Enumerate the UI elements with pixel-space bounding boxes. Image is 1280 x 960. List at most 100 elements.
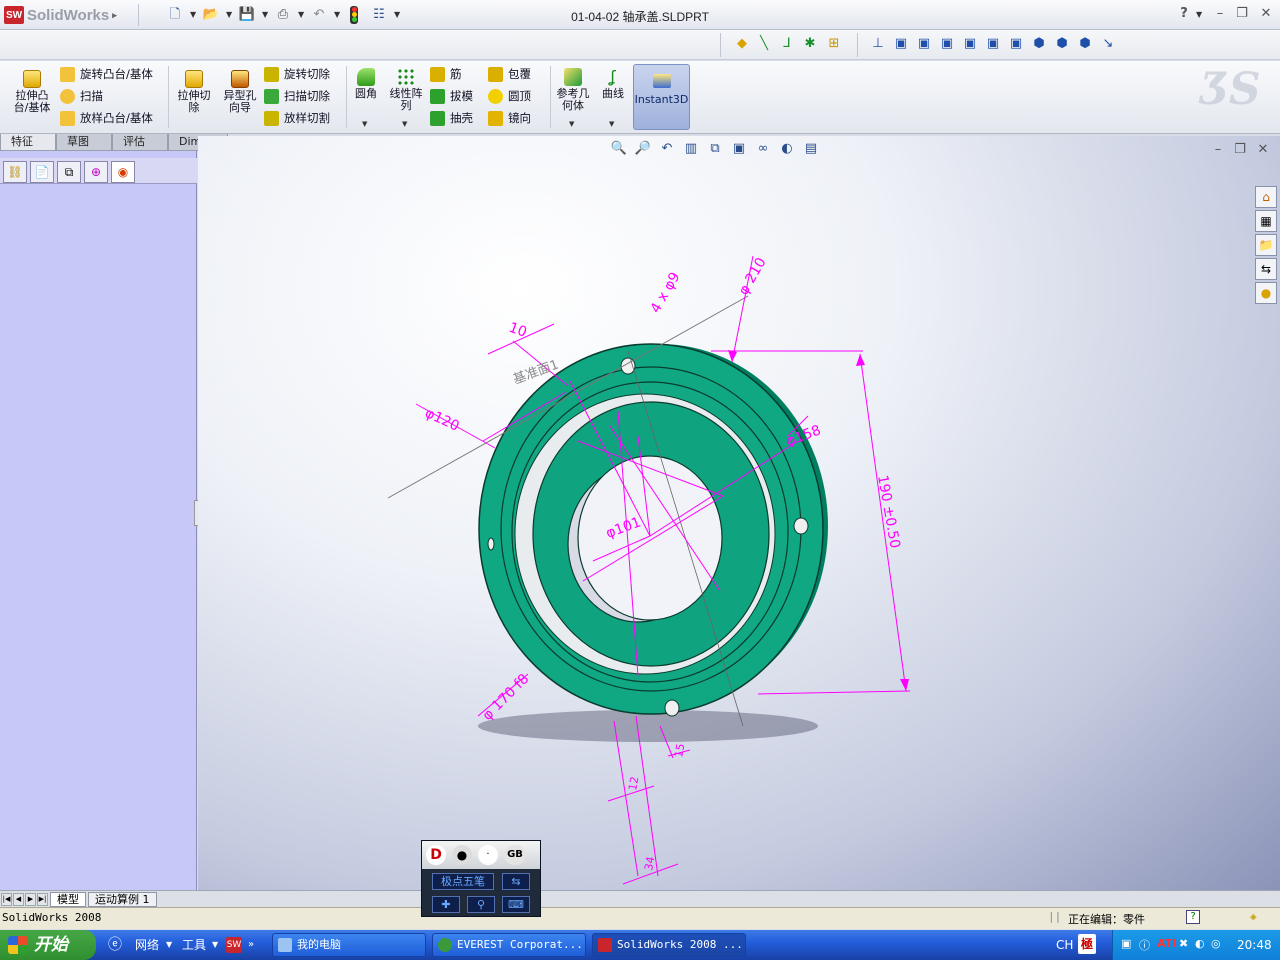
tab-model[interactable]: 模型 [50, 891, 86, 907]
ime-gb-button[interactable]: GB [504, 845, 526, 865]
loft-cut-button[interactable]: 放样切割 [264, 107, 344, 129]
last-tab-icon[interactable]: ▶| [37, 892, 48, 906]
top-view-icon[interactable]: ▣ [983, 34, 1003, 54]
ime-indicator-icon[interactable]: 極 [1078, 934, 1096, 954]
fillet-button[interactable]: 圆角 [350, 68, 382, 100]
display-manager-icon[interactable]: ◉ [111, 161, 135, 183]
quicklaunch-more-icon[interactable]: » [248, 933, 254, 957]
tab-motion-study[interactable]: 运动算例 1 [88, 891, 157, 907]
revolve-boss-button[interactable]: 旋转凸台/基体 [60, 63, 168, 85]
line-icon[interactable]: ╲ [754, 34, 774, 54]
display-style-icon[interactable]: ▣ [730, 140, 748, 158]
zoom-to-fit-icon[interactable]: 🔍 [610, 140, 628, 158]
revolve-cut-button[interactable]: 旋转切除 [264, 63, 344, 85]
left-view-icon[interactable]: ▣ [937, 34, 957, 54]
previous-view-icon[interactable]: ↶ [658, 140, 676, 158]
dimetric-view-icon[interactable]: ⬢ [1075, 34, 1095, 54]
view-restore-icon[interactable]: ❐ [1230, 142, 1250, 160]
view-selector-icon[interactable]: ↘ [1098, 34, 1118, 54]
ime-punct-icon[interactable]: · [478, 845, 498, 865]
dome-button[interactable]: 圆顶 [488, 85, 548, 107]
first-tab-icon[interactable]: |◀ [1, 892, 12, 906]
status-tag-icon[interactable]: ◈ [1250, 910, 1257, 923]
tray-update-icon[interactable]: ◎ [1211, 937, 1221, 950]
file-explorer-icon[interactable]: 📁 [1255, 234, 1277, 256]
draft-button[interactable]: 拔模 [430, 85, 488, 107]
relations-icon[interactable]: ⊞ [824, 34, 844, 54]
property-manager-icon[interactable]: 📄 [30, 161, 54, 183]
front-view-icon[interactable]: ▣ [891, 34, 911, 54]
language-indicator[interactable]: CH [1056, 933, 1073, 957]
restore-icon[interactable]: ❐ [1232, 6, 1252, 24]
home-icon[interactable]: ⌂ [1255, 186, 1277, 208]
mirror-button[interactable]: 镜向 [488, 107, 548, 129]
network-toolbar[interactable]: 网络 [135, 933, 159, 957]
rib-button[interactable]: 筋 [430, 63, 488, 85]
isometric-view-icon[interactable]: ⬢ [1029, 34, 1049, 54]
taskbar-item-solidworks[interactable]: SolidWorks 2008 ... [592, 933, 746, 957]
tab-evaluate[interactable]: 评估 [112, 134, 168, 151]
next-tab-icon[interactable]: ▶ [25, 892, 36, 906]
ime-logo-icon[interactable]: D [426, 845, 446, 865]
point-icon[interactable]: ✱ [800, 34, 820, 54]
wrap-button[interactable]: 包覆 [488, 63, 548, 85]
ime-add-icon[interactable]: ✚ [432, 896, 460, 913]
curves-button[interactable]: ʆ 曲线 [597, 68, 629, 100]
view-palette-icon[interactable]: ⇆ [1255, 258, 1277, 280]
close-icon[interactable]: ✕ [1256, 6, 1276, 24]
tray-security-icon[interactable]: ✖ [1179, 937, 1188, 950]
back-view-icon[interactable]: ▣ [914, 34, 934, 54]
status-help-icon[interactable]: ? [1186, 910, 1200, 924]
ie-icon[interactable]: ⓔ [108, 933, 122, 957]
dimxpert-manager-icon[interactable]: ⊕ [84, 161, 108, 183]
ime-switch-icon[interactable]: ⇆ [502, 873, 530, 890]
design-library-icon[interactable]: ▦ [1255, 210, 1277, 232]
minimize-icon[interactable]: – [1210, 6, 1230, 24]
bottom-view-icon[interactable]: ▣ [1006, 34, 1026, 54]
linear-pattern-button[interactable]: 线性阵 列 [384, 68, 428, 112]
zoom-to-area-icon[interactable]: 🔎 [634, 140, 652, 158]
section-view-icon[interactable]: ▥ [682, 140, 700, 158]
instant3d-button[interactable]: Instant3D [633, 64, 690, 130]
tab-features[interactable]: 特征 [0, 134, 56, 151]
reference-geometry-button[interactable]: 参考几 何体 [552, 68, 594, 112]
hide-show-items-icon[interactable]: ∞ [754, 140, 772, 158]
tray-ati-icon[interactable]: ATI [1157, 937, 1176, 950]
view-minimize-icon[interactable]: – [1208, 142, 1228, 160]
tools-toolbar[interactable]: 工具 [182, 933, 206, 957]
tray-network-icon[interactable]: ▣ [1121, 937, 1131, 950]
tab-sketch[interactable]: 草图 [56, 134, 112, 151]
help-dropdown-icon[interactable]: ▼ [1196, 10, 1202, 19]
curves-dropdown-icon[interactable]: ▼ [609, 120, 614, 128]
sweep-button[interactable]: 扫描 [60, 85, 168, 107]
start-button[interactable]: 开始 [0, 930, 96, 960]
appearance-icon[interactable]: ◐ [778, 140, 796, 158]
network-dropdown-icon[interactable]: ▼ [166, 933, 172, 957]
normal-to-icon[interactable]: ⊥ [868, 34, 888, 54]
sweep-cut-button[interactable]: 扫描切除 [264, 85, 344, 107]
trimetric-view-icon[interactable]: ⬢ [1052, 34, 1072, 54]
extrude-boss-button[interactable]: 拉伸凸 台/基体 [8, 70, 56, 114]
ime-search-icon[interactable]: ⚲ [467, 896, 495, 913]
shell-button[interactable]: 抽壳 [430, 107, 488, 129]
smart-dimension-icon[interactable]: ◆ [732, 34, 752, 54]
ime-mode-icon[interactable]: ● [452, 845, 472, 865]
taskbar-item-everest[interactable]: EVEREST Corporat... [432, 933, 586, 957]
appearances-icon[interactable]: ● [1255, 282, 1277, 304]
view-close-icon[interactable]: ✕ [1253, 142, 1273, 160]
help-icon[interactable]: ? [1174, 6, 1194, 24]
configuration-manager-icon[interactable]: ⧉ [57, 161, 81, 183]
reference-geometry-dropdown-icon[interactable]: ▼ [569, 120, 574, 128]
taskbar-item-my-computer[interactable]: 我的电脑 [272, 933, 426, 957]
coordinate-system-icon[interactable]: ⅃ [777, 34, 797, 54]
loft-button[interactable]: 放样凸台/基体 [60, 107, 168, 129]
prev-tab-icon[interactable]: ◀ [13, 892, 24, 906]
tray-info-icon[interactable]: ⓘ [1139, 937, 1150, 953]
feature-manager-icon[interactable]: ⛓ [3, 161, 27, 183]
solidworks-quicklaunch-icon[interactable]: SW [226, 937, 242, 953]
linear-pattern-dropdown-icon[interactable]: ▼ [402, 120, 407, 128]
extrude-cut-button[interactable]: 拉伸切 除 [172, 70, 216, 114]
ime-keyboard-icon[interactable]: ⌨ [502, 896, 530, 913]
view-orientation-icon[interactable]: ⧉ [706, 140, 724, 158]
hole-wizard-button[interactable]: 异型孔 向导 [218, 70, 262, 114]
